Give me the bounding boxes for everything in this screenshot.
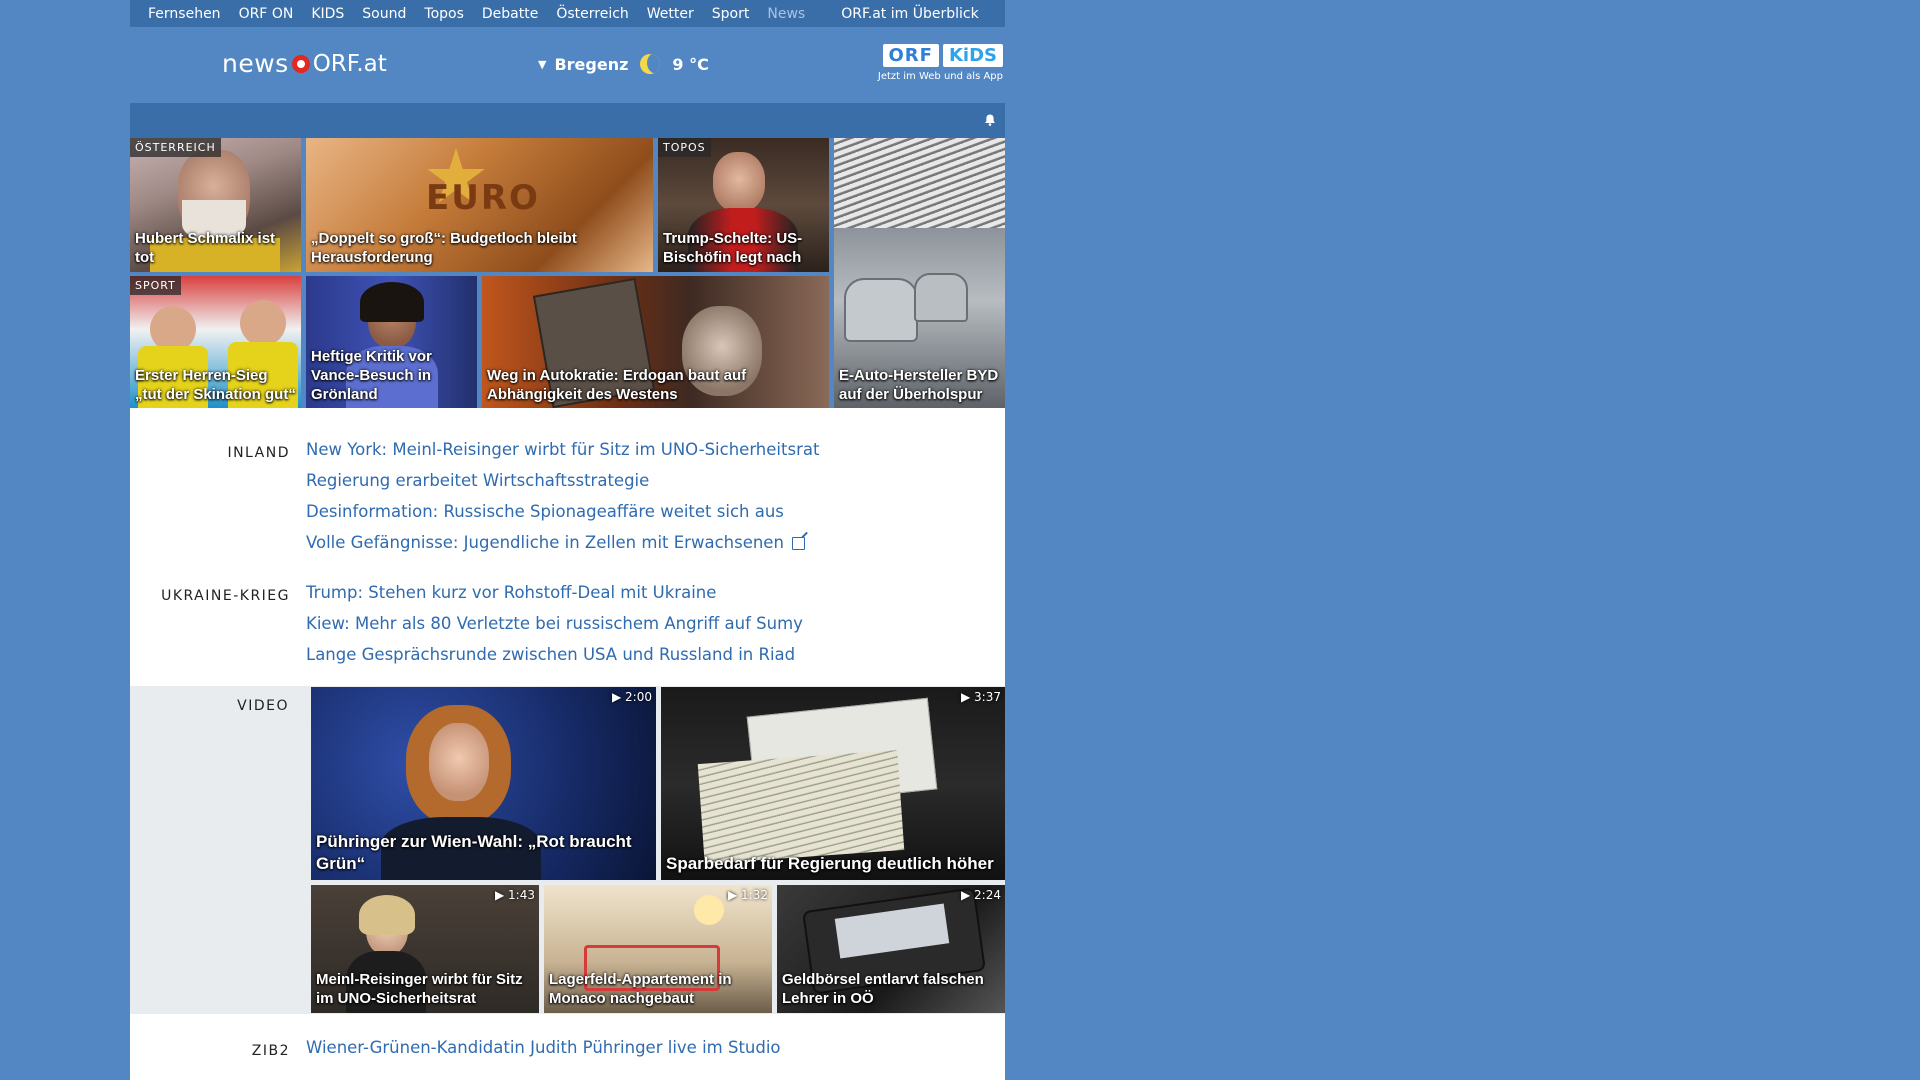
video-caption: Sparbedarf für Regierung deutlich höher [666, 854, 994, 873]
video-teaser-sparbedarf[interactable]: ▶ 3:37 Sparbedarf für Regierung deutlich… [661, 687, 1005, 880]
duration-text: 3:37 [974, 690, 1001, 704]
teaser-byd[interactable]: E-Auto-Hersteller BYD auf der Überholspu… [834, 138, 1005, 409]
section-title-ukraine: UKRAINE-KRIEG [161, 588, 290, 604]
teaser-skination[interactable]: SPORT Erster Herren-Sieg „tut der Skinat… [130, 276, 301, 409]
euro-note-graphic: EURO [426, 178, 540, 218]
section-title-video: VIDEO [237, 698, 289, 714]
nav-fernsehen[interactable]: Fernsehen [148, 6, 221, 22]
duration-text: 1:32 [741, 888, 768, 902]
video-teaser-geldboersel[interactable]: ▶ 2:24 Geldbörsel entlarvt falschen Lehr… [777, 885, 1005, 1013]
kids-badge: KiDS [942, 44, 1003, 67]
orf-ring-icon [291, 54, 310, 73]
weather-city: Bregenz [554, 54, 629, 74]
page: Fernsehen ORF ON KIDS Sound Topos Debatt… [130, 0, 1005, 1080]
video-duration: ▶ 1:43 [495, 888, 535, 902]
section-title-inland: INLAND [227, 445, 290, 461]
video-caption: Lagerfeld-Appartement in Monaco nachgeba… [549, 971, 732, 1007]
teaser-label-topos: TOPOS [658, 138, 711, 157]
teaser-erdogan[interactable]: Weg in Autokratie: Erdogan baut auf Abhä… [482, 276, 829, 409]
dropdown-triangle-icon: ▼ [538, 57, 547, 71]
inland-link-1[interactable]: New York: Meinl-Reisinger wirbt für Sitz… [306, 434, 819, 465]
section-title-zib2: ZIB2 [251, 1043, 290, 1059]
inland-link-4[interactable]: Volle Gefängnisse: Jugendliche in Zellen… [306, 527, 819, 558]
news-orf-logo[interactable]: news ORF.at [222, 49, 387, 78]
teaser-label-sport: SPORT [130, 276, 181, 295]
weather-widget[interactable]: ▼ Bregenz 9 °C [538, 54, 709, 74]
teaser-caption: Weg in Autokratie: Erdogan baut auf Abhä… [487, 367, 747, 403]
teaser-groenland[interactable]: Heftige Kritik vor Vance-Besuch in Grönl… [306, 276, 477, 409]
duration-text: 1:43 [508, 888, 535, 902]
nav-sound[interactable]: Sound [362, 6, 406, 22]
top-navigation: Fernsehen ORF ON KIDS Sound Topos Debatt… [130, 0, 1005, 27]
ukraine-link-1[interactable]: Trump: Stehen kurz vor Rohstoff-Deal mit… [306, 577, 803, 608]
video-caption: Pühringer zur Wien-Wahl: „Rot braucht Gr… [316, 832, 632, 873]
teaser-caption: E-Auto-Hersteller BYD auf der Überholspu… [839, 367, 999, 403]
teaser-caption: „Doppelt so groß“: Budgetloch bleibt Her… [311, 230, 577, 266]
video-duration: ▶ 3:37 [961, 690, 1001, 704]
ukraine-link-list: Trump: Stehen kurz vor Rohstoff-Deal mit… [306, 577, 803, 670]
video-caption: Geldbörsel entlarvt falschen Lehrer in O… [782, 971, 984, 1007]
orf-kids-promo[interactable]: ORF KiDS Jetzt im Web und als App [865, 44, 1003, 82]
logo-orf-text: ORF.at [312, 50, 387, 77]
inland-link-2[interactable]: Regierung erarbeitet Wirtschaftsstrategi… [306, 465, 819, 496]
teaser-schmalix[interactable]: ÖSTERREICH Hubert Schmalix ist tot [130, 138, 301, 272]
external-link-icon [791, 537, 805, 550]
teaser-label-oesterreich: ÖSTERREICH [130, 138, 221, 157]
inland-link-list: New York: Meinl-Reisinger wirbt für Sitz… [306, 434, 819, 558]
ukraine-link-2[interactable]: Kiew: Mehr als 80 Verletzte bei russisch… [306, 608, 803, 639]
nav-kids[interactable]: KIDS [311, 6, 344, 22]
duration-text: 2:00 [625, 690, 652, 704]
video-duration: ▶ 2:00 [612, 690, 652, 704]
nav-debatte[interactable]: Debatte [482, 6, 538, 22]
logo-news-text: news [222, 49, 289, 78]
video-duration: ▶ 1:32 [728, 888, 768, 902]
teaser-caption: Heftige Kritik vor Vance-Besuch in Grönl… [311, 348, 432, 403]
video-caption: Meinl-Reisinger wirbt für Sitz im UNO-Si… [316, 971, 523, 1007]
video-duration: ▶ 2:24 [961, 888, 1001, 902]
video-teaser-lagerfeld[interactable]: ▶ 1:32 Lagerfeld-Appartement in Monaco n… [544, 885, 772, 1013]
zib2-link-1[interactable]: Wiener-Grünen-Kandidatin Judith Pühringe… [306, 1032, 781, 1063]
teaser-caption: Hubert Schmalix ist tot [135, 230, 276, 266]
orf-badge: ORF [882, 44, 939, 67]
video-teaser-puehringer[interactable]: ▶ 2:00 Pühringer zur Wien-Wahl: „Rot bra… [311, 687, 656, 880]
nav-topos[interactable]: Topos [424, 6, 463, 22]
weather-temperature: 9 °C [672, 54, 709, 74]
zib2-link-list: Wiener-Grünen-Kandidatin Judith Pühringe… [306, 1032, 781, 1063]
video-teaser-meinl-reisinger[interactable]: ▶ 1:43 Meinl-Reisinger wirbt für Sitz im… [311, 885, 539, 1013]
nav-orf-on[interactable]: ORF ON [239, 6, 294, 22]
ukraine-link-3[interactable]: Lange Gesprächsrunde zwischen USA und Ru… [306, 639, 803, 670]
teaser-us-bischoefin[interactable]: TOPOS Trump-Schelte: US-Bischöfin legt n… [658, 138, 829, 272]
bell-icon[interactable] [984, 114, 996, 126]
nav-sport[interactable]: Sport [712, 6, 750, 22]
nav-news-active[interactable]: News [767, 6, 805, 22]
nav-wetter[interactable]: Wetter [647, 6, 694, 22]
site-header: news ORF.at ▼ Bregenz 9 °C ORF KiDS Jetz… [130, 27, 1005, 103]
inland-link-4-text: Volle Gefängnisse: Jugendliche in Zellen… [306, 533, 784, 552]
sub-bar [130, 103, 1005, 138]
nav-oesterreich[interactable]: Österreich [556, 6, 628, 22]
moon-icon [640, 54, 661, 74]
teaser-caption: Erster Herren-Sieg „tut der Skination gu… [135, 367, 296, 403]
nav-orf-overview[interactable]: ORF.at im Überblick [841, 6, 978, 22]
duration-text: 2:24 [974, 888, 1001, 902]
inland-link-3[interactable]: Desinformation: Russische Spionageaffäre… [306, 496, 819, 527]
teaser-caption: Trump-Schelte: US-Bischöfin legt nach [663, 230, 803, 266]
teaser-budgetloch[interactable]: EURO „Doppelt so groß“: Budgetloch bleib… [306, 138, 653, 272]
kids-tagline: Jetzt im Web und als App [877, 71, 1003, 82]
